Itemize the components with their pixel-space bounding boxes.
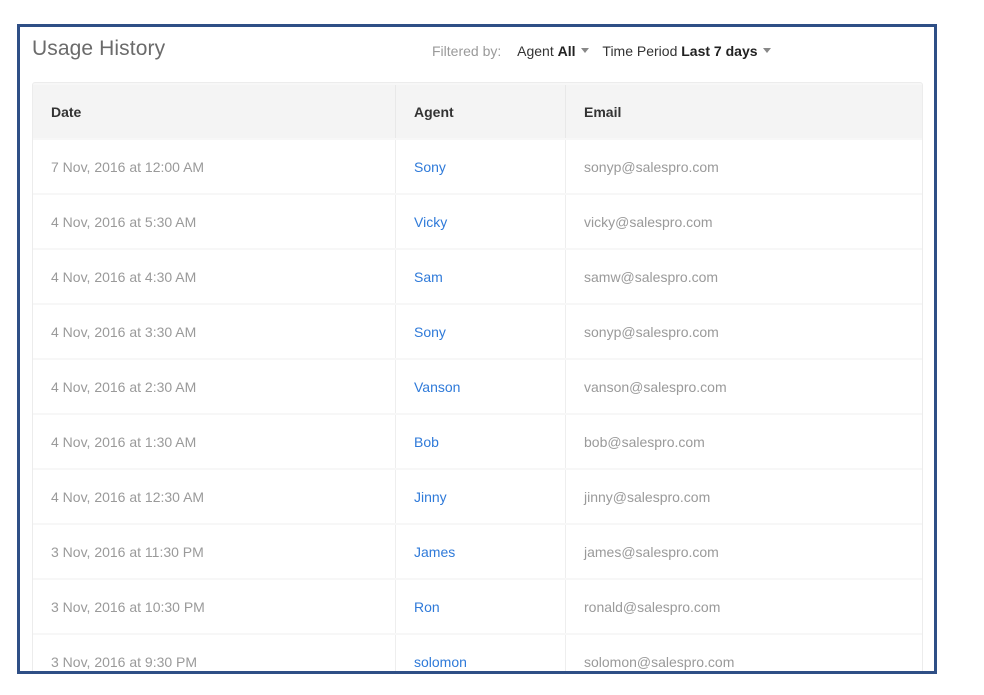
date-cell: 4 Nov, 2016 at 12:30 AM xyxy=(33,470,396,523)
email-cell: vanson@salespro.com xyxy=(566,360,922,413)
agent-link[interactable]: Vanson xyxy=(396,360,566,413)
date-cell: 3 Nov, 2016 at 9:30 PM xyxy=(33,635,396,671)
agent-filter-label: Agent xyxy=(517,43,554,59)
usage-history-panel: Usage History Filtered by: Agent All Tim… xyxy=(17,24,937,674)
date-cell: 4 Nov, 2016 at 1:30 AM xyxy=(33,415,396,468)
panel-header: Usage History Filtered by: Agent All Tim… xyxy=(20,27,934,79)
agent-link[interactable]: Jinny xyxy=(396,470,566,523)
filtered-by-label: Filtered by: xyxy=(432,43,502,59)
email-cell: sonyp@salespro.com xyxy=(566,305,922,358)
time-period-filter-dropdown[interactable]: Time Period Last 7 days xyxy=(602,43,771,59)
table-row: 4 Nov, 2016 at 5:30 AM Vicky vicky@sales… xyxy=(33,195,922,248)
date-cell: 7 Nov, 2016 at 12:00 AM xyxy=(33,140,396,193)
time-period-filter-value: Last 7 days xyxy=(681,43,758,59)
agent-filter-value: All xyxy=(557,43,576,59)
column-header-email[interactable]: Email xyxy=(566,85,922,138)
table-row: 3 Nov, 2016 at 9:30 PM solomon solomon@s… xyxy=(33,635,922,671)
usage-table: Date Agent Email 7 Nov, 2016 at 12:00 AM… xyxy=(33,83,922,671)
agent-link[interactable]: Sam xyxy=(396,250,566,303)
email-cell: sonyp@salespro.com xyxy=(566,140,922,193)
chevron-down-icon xyxy=(580,48,589,53)
email-cell: james@salespro.com xyxy=(566,525,922,578)
usage-table-container[interactable]: Date Agent Email 7 Nov, 2016 at 12:00 AM… xyxy=(32,82,923,671)
agent-link[interactable]: Vicky xyxy=(396,195,566,248)
chevron-down-icon xyxy=(762,48,771,53)
table-row: 4 Nov, 2016 at 3:30 AM Sony sonyp@salesp… xyxy=(33,305,922,358)
agent-link[interactable]: Sony xyxy=(396,305,566,358)
agent-filter-dropdown[interactable]: Agent All xyxy=(517,43,589,59)
email-cell: ronald@salespro.com xyxy=(566,580,922,633)
table-row: 3 Nov, 2016 at 10:30 PM Ron ronald@sales… xyxy=(33,580,922,633)
date-cell: 3 Nov, 2016 at 10:30 PM xyxy=(33,580,396,633)
date-cell: 4 Nov, 2016 at 3:30 AM xyxy=(33,305,396,358)
email-cell: solomon@salespro.com xyxy=(566,635,922,671)
table-row: 3 Nov, 2016 at 11:30 PM James james@sale… xyxy=(33,525,922,578)
agent-link[interactable]: solomon xyxy=(396,635,566,671)
table-row: 4 Nov, 2016 at 4:30 AM Sam samw@salespro… xyxy=(33,250,922,303)
table-header-row: Date Agent Email xyxy=(33,85,922,138)
time-period-filter-label: Time Period xyxy=(602,43,678,59)
table-row: 4 Nov, 2016 at 12:30 AM Jinny jinny@sale… xyxy=(33,470,922,523)
page-title: Usage History xyxy=(32,37,166,60)
date-cell: 4 Nov, 2016 at 4:30 AM xyxy=(33,250,396,303)
filter-bar: Filtered by: Agent All Time Period Last … xyxy=(432,43,781,59)
table-row: 4 Nov, 2016 at 2:30 AM Vanson vanson@sal… xyxy=(33,360,922,413)
email-cell: bob@salespro.com xyxy=(566,415,922,468)
date-cell: 3 Nov, 2016 at 11:30 PM xyxy=(33,525,396,578)
agent-link[interactable]: James xyxy=(396,525,566,578)
date-cell: 4 Nov, 2016 at 5:30 AM xyxy=(33,195,396,248)
email-cell: vicky@salespro.com xyxy=(566,195,922,248)
date-cell: 4 Nov, 2016 at 2:30 AM xyxy=(33,360,396,413)
column-header-date[interactable]: Date xyxy=(33,85,396,138)
table-row: 4 Nov, 2016 at 1:30 AM Bob bob@salespro.… xyxy=(33,415,922,468)
column-header-agent[interactable]: Agent xyxy=(396,85,566,138)
agent-link[interactable]: Bob xyxy=(396,415,566,468)
table-row: 7 Nov, 2016 at 12:00 AM Sony sonyp@sales… xyxy=(33,140,922,193)
email-cell: samw@salespro.com xyxy=(566,250,922,303)
agent-link[interactable]: Ron xyxy=(396,580,566,633)
email-cell: jinny@salespro.com xyxy=(566,470,922,523)
agent-link[interactable]: Sony xyxy=(396,140,566,193)
